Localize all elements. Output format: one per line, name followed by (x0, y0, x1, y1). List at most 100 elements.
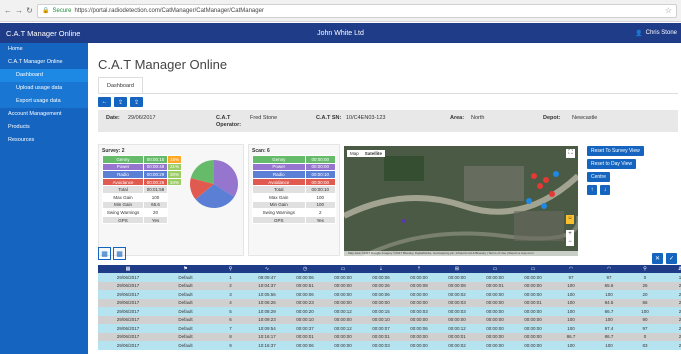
table-row[interactable]: 29/06/2017 Default 5 10:08:29 00:00:20 00:00:… (98, 307, 681, 316)
table-cell: 100 (552, 324, 590, 333)
map-nav-buttons: ↑ ↓ (587, 185, 610, 195)
table-cell: 66 (628, 298, 662, 307)
col-location-icon[interactable]: ⚲ (213, 265, 248, 273)
table-cell: 00:00:06 (286, 290, 324, 299)
table-cell: Default (158, 281, 213, 290)
table-cell: 2 (662, 290, 681, 299)
zoom-in-button[interactable]: + (566, 230, 574, 238)
table-cell: 100 (552, 307, 590, 316)
table-row[interactable]: 29/06/2017 Default 7 10:09:54 00:00:37 00:00:… (98, 324, 681, 333)
col-mode-icon[interactable]: ∿ (248, 265, 286, 273)
table-cell: 10:04:37 (248, 281, 286, 290)
table-cell: 29/06/2017 (98, 315, 158, 324)
calendar-icon[interactable]: ▦ (98, 247, 111, 260)
col-screen2-icon[interactable]: ▭ (514, 265, 552, 273)
col-signal-icon[interactable]: ⇵ (662, 265, 681, 273)
export-icon: ⇪ (133, 99, 140, 106)
satellite-map[interactable]: Map Satellite ⛶ ☺ + − Map data ©2017 Goo… (344, 146, 578, 256)
table-row[interactable]: 29/06/2017 Default 8 10:16:17 00:00:01 00:00:… (98, 332, 681, 341)
user-menu[interactable]: 👤 Chris Stone (635, 30, 677, 37)
reload-icon[interactable]: ↻ (26, 6, 33, 15)
bookmark-star-icon[interactable]: ☆ (665, 6, 672, 15)
table-row[interactable]: 29/06/2017 Default 1 09:09:47 00:00:06 00:00:… (98, 273, 681, 282)
table-cell: 00:00:03 (438, 298, 476, 307)
sidebar-item-upload[interactable]: Upload usage data (0, 82, 88, 95)
col-operator-icon[interactable]: ⚑ (158, 265, 213, 273)
col-device-icon[interactable]: ▭ (324, 265, 362, 273)
col-gauge2-icon[interactable]: ◠ (590, 265, 628, 273)
table-cell: Default (158, 324, 213, 333)
sidebar-item-export[interactable]: Export usage data (0, 95, 88, 108)
confirm-button[interactable]: ✓ (666, 253, 677, 264)
brand-title[interactable]: C.A.T Manager Online (0, 29, 88, 38)
table-cell: 00:00:06 (286, 273, 324, 282)
col-search-icon[interactable]: ⚲ (628, 265, 662, 273)
scan-cell-value: Yes (304, 215, 336, 225)
survey-row-max-gain: Max Gain 100 (101, 192, 182, 202)
sidebar-item-dashboard[interactable]: Dashboard (0, 69, 88, 82)
page-title: C.A.T Manager Online (98, 57, 228, 72)
col-genny-icon[interactable]: ⇣ (362, 265, 400, 273)
scan-cell-label: Power (252, 162, 306, 172)
table-cell: 00:00:01 (514, 298, 552, 307)
map-type-map[interactable]: Map (347, 150, 362, 157)
sidebar-item-resources[interactable]: Resources (0, 134, 88, 147)
table-cell: 3 (213, 290, 248, 299)
centre-button[interactable]: Centre (587, 172, 611, 182)
upload-button[interactable]: ⇪ (114, 97, 127, 107)
forward-icon[interactable]: → (15, 6, 23, 15)
table-row[interactable]: 29/06/2017 Default 2 10:04:37 00:00:51 00:00:… (98, 281, 681, 290)
col-clock-icon[interactable]: ◷ (286, 265, 324, 273)
down-button[interactable]: ↓ (600, 185, 610, 195)
table-cell: 20 (628, 290, 662, 299)
map-type-satellite[interactable]: Satellite (362, 150, 385, 157)
table-cell: 00:00:00 (476, 290, 514, 299)
scan-row: Max Gain 100 (252, 192, 336, 202)
close-button[interactable]: ✕ (652, 253, 663, 264)
table-cell: 00:00:08 (400, 281, 438, 290)
table-row[interactable]: 29/06/2017 Default 4 10:06:26 00:00:23 00:00:… (98, 298, 681, 307)
table-cell: Default (158, 307, 213, 316)
table-row[interactable]: 29/06/2017 Default 9 10:16:37 00:00:06 00:00:… (98, 341, 681, 350)
survey-row-min-gain: Min Gain 65.6 (101, 200, 182, 210)
table-row[interactable]: 29/06/2017 Default 3 10:05:56 00:00:06 00:00:… (98, 290, 681, 299)
table-cell: 00:00:06 (400, 324, 438, 333)
table-cell: 00:00:00 (400, 290, 438, 299)
col-screen-icon[interactable]: ▭ (476, 265, 514, 273)
sidebar-item-account[interactable]: Account Management (0, 108, 88, 121)
calendar-range-icon[interactable]: ▦ (113, 247, 126, 260)
table-cell: 00:00:00 (476, 273, 514, 282)
main-content: C.A.T Manager Online Dashboard ← ⇪ ⇪ Dat… (88, 43, 681, 354)
zoom-out-button[interactable]: − (566, 238, 574, 246)
col-radio-icon[interactable]: ⊞ (438, 265, 476, 273)
up-button[interactable]: ↑ (587, 185, 597, 195)
tab-dashboard[interactable]: Dashboard (98, 77, 143, 93)
table-cell: 00:00:00 (514, 315, 552, 324)
table-cell: 10:16:37 (248, 341, 286, 350)
url-text: https://portal.radiodetection.com/CatMan… (74, 7, 264, 14)
area-value: North (471, 115, 485, 121)
table-cell: 00:00:15 (362, 307, 400, 316)
sidebar-item-cat-manager[interactable]: C.A.T Manager Online (0, 56, 88, 69)
table-cell: 00:00:51 (286, 281, 324, 290)
table-cell: 00:00:00 (514, 273, 552, 282)
export-button[interactable]: ⇪ (130, 97, 143, 107)
col-date-icon[interactable]: ▦ (98, 265, 158, 273)
back-icon[interactable]: ← (4, 6, 12, 15)
scan-row: Power 00:00:00 (252, 162, 336, 172)
col-gauge-icon[interactable]: ◠ (552, 265, 590, 273)
sn-label: C.A.T SN: (316, 115, 342, 121)
col-power-icon[interactable]: ⇡ (400, 265, 438, 273)
table-cell: 00:00:00 (476, 324, 514, 333)
fullscreen-icon[interactable]: ⛶ (566, 149, 575, 158)
pegman-icon[interactable]: ☺ (566, 215, 574, 224)
address-bar[interactable]: 🔒 Secure https://portal.radiodetection.c… (37, 3, 677, 18)
sidebar-item-home[interactable]: Home (0, 43, 88, 56)
back-button[interactable]: ← (98, 97, 111, 107)
reset-survey-view-button[interactable]: Reset To Survey View (587, 146, 644, 156)
sidebar-item-products[interactable]: Products (0, 121, 88, 134)
table-row[interactable]: 29/06/2017 Default 6 10:09:23 00:00:10 00:00:… (98, 315, 681, 324)
table-toolbar: ▦ ▦ (98, 247, 126, 260)
reset-day-view-button[interactable]: Reset to Day View (587, 159, 637, 169)
upload-icon: ⇪ (117, 99, 124, 106)
